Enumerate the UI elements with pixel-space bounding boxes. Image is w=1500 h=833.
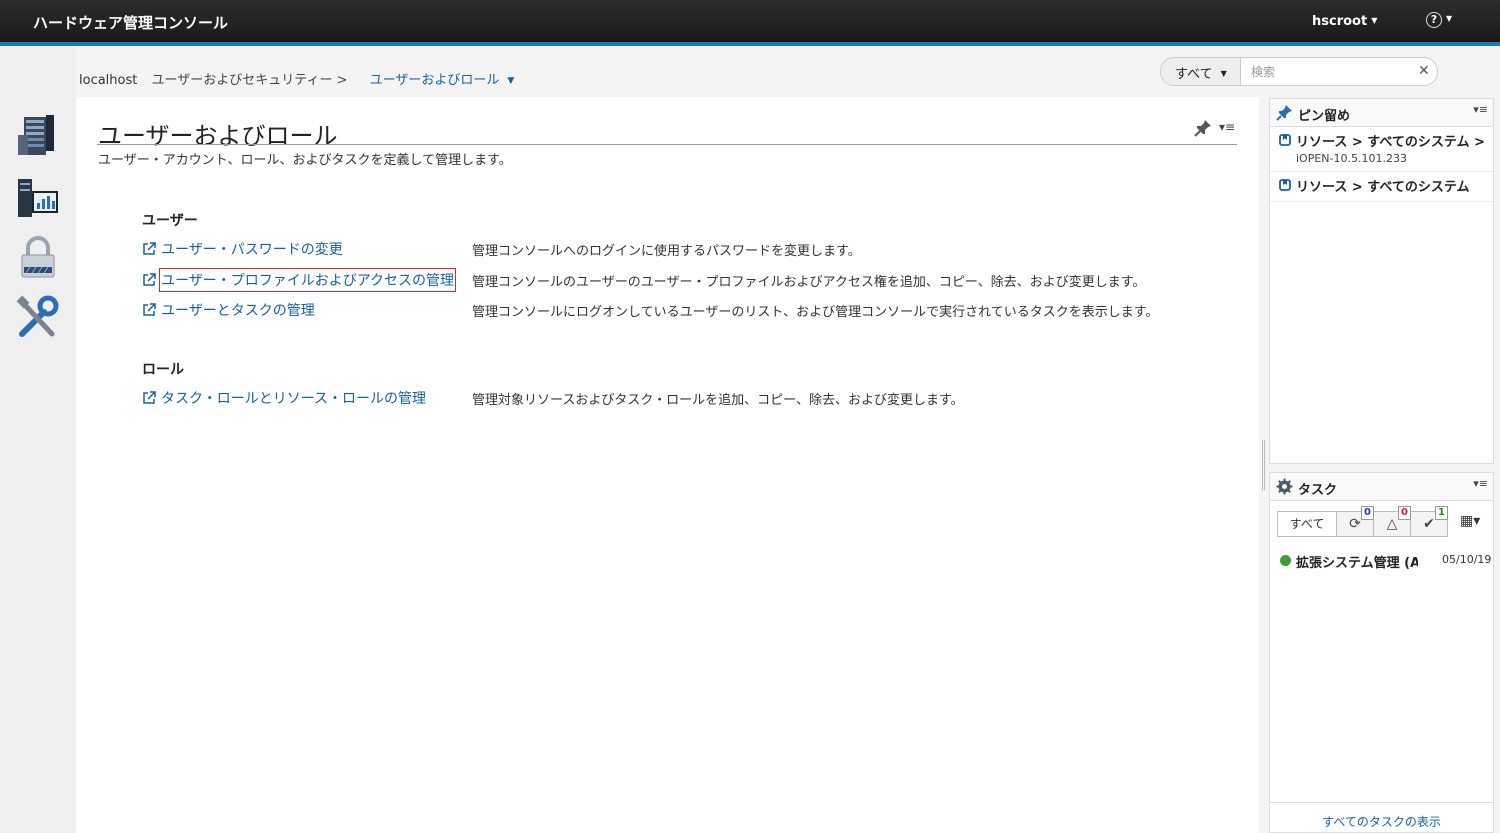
- done-count-badge: 1: [1435, 506, 1448, 520]
- success-status-icon: [1280, 555, 1291, 566]
- warning-count-badge: 0: [1398, 506, 1411, 520]
- manage-users-tasks-link[interactable]: ユーザーとタスクの管理: [161, 300, 315, 320]
- pin-icon: [1276, 105, 1292, 121]
- launch-icon: [143, 303, 156, 316]
- breadcrumb-host[interactable]: localhost: [79, 73, 137, 88]
- pinned-item[interactable]: リソース > すべてのシステム: [1270, 172, 1493, 202]
- chevron-down-icon[interactable]: ▼: [507, 76, 514, 86]
- running-count-badge: 0: [1361, 506, 1374, 520]
- chevron-down-icon: ▼: [1220, 69, 1227, 78]
- panel-menu-icon[interactable]: ▾≡: [1219, 120, 1235, 134]
- table-view-icon[interactable]: ▦▾: [1460, 513, 1480, 529]
- pinned-title: ピン留め: [1298, 109, 1351, 124]
- section-heading-users: ユーザー: [142, 213, 198, 229]
- panel-menu-icon[interactable]: ▾≡: [1473, 103, 1488, 116]
- panel-menu-icon[interactable]: ▾≡: [1473, 477, 1488, 490]
- chevron-down-icon: ▼: [1371, 16, 1378, 25]
- pinned-panel: ピン留め ▾≡ リソース > すべてのシステム > 8 iOPEN-10.5.1…: [1269, 98, 1494, 464]
- gear-icon: [1276, 478, 1293, 495]
- title-divider: [97, 144, 1237, 145]
- breadcrumb-current[interactable]: ユーザーおよびロール: [370, 73, 500, 88]
- padlock-icon[interactable]: [14, 233, 62, 281]
- chevron-down-icon: ▼: [1446, 14, 1453, 23]
- pinned-item-sub: iOPEN-10.5.101.233: [1296, 152, 1407, 165]
- manage-user-profiles-link[interactable]: ユーザー・プロファイルおよびアクセスの管理: [158, 268, 457, 292]
- link-description: 管理対象リソースおよびタスク・ロールを追加、コピー、除去、および変更します。: [472, 393, 964, 408]
- pinned-header: ピン留め ▾≡: [1270, 99, 1493, 127]
- filter-all-button[interactable]: すべて: [1277, 511, 1337, 537]
- launch-icon: [143, 242, 156, 255]
- link-description: 管理コンソールにログオンしているユーザーのリスト、および管理コンソールで実行され…: [472, 305, 1159, 320]
- filter-warning-button[interactable]: △ 0: [1374, 506, 1411, 537]
- main-panel: ユーザーおよびロール ▾≡ ユーザー・アカウント、ロール、およびタスクを定義して…: [76, 97, 1259, 833]
- filter-done-button[interactable]: ✔ 1: [1411, 506, 1448, 537]
- tasks-header: タスク ▾≡: [1270, 473, 1493, 501]
- left-nav: [0, 46, 76, 833]
- launch-icon: [143, 273, 156, 286]
- view-all-tasks-link[interactable]: すべてのタスクの表示: [1322, 815, 1441, 829]
- link-description: 管理コンソールのユーザーのユーザー・プロファイルおよびアクセス権を追加、コピー、…: [472, 275, 1146, 290]
- search-scope-label: すべて: [1175, 67, 1213, 82]
- search-box: すべて ▼ ✕: [1160, 57, 1438, 86]
- clear-icon[interactable]: ✕: [1418, 63, 1430, 79]
- tasks-toolbar: すべて ⟳ 0 △ 0 ✔ 1 ▦▾: [1270, 501, 1493, 546]
- change-password-link[interactable]: ユーザー・パスワードの変更: [161, 239, 343, 259]
- breadcrumb: localhost ユーザーおよびセキュリティー > ユーザーおよびロール ▼: [79, 69, 514, 88]
- pinned-item-label: リソース > すべてのシステム > 8: [1296, 135, 1488, 150]
- user-name: hscroot: [1312, 14, 1368, 29]
- tools-icon[interactable]: [14, 294, 62, 342]
- refresh-icon: ⟳: [1349, 516, 1361, 532]
- breadcrumb-parent[interactable]: ユーザーおよびセキュリティー >: [152, 73, 348, 88]
- checkmark-icon: ✔: [1423, 516, 1435, 532]
- search-scope-select[interactable]: すべて ▼: [1161, 58, 1241, 85]
- user-menu[interactable]: hscroot ▼: [1312, 14, 1377, 29]
- tasks-panel: タスク ▾≡ すべて ⟳ 0 △ 0 ✔ 1 ▦▾ 拡張システム管理 (A 05…: [1269, 472, 1494, 833]
- system-monitor-icon[interactable]: [14, 173, 62, 221]
- task-row[interactable]: 拡張システム管理 (A 05/10/19: [1270, 546, 1493, 576]
- help-menu[interactable]: ? ▼: [1426, 12, 1452, 28]
- server-rack-icon[interactable]: [14, 111, 62, 159]
- filter-running-button[interactable]: ⟳ 0: [1337, 506, 1374, 537]
- section-heading-roles: ロール: [142, 362, 184, 378]
- panel-splitter[interactable]: [1262, 440, 1265, 490]
- task-name: 拡張システム管理 (A: [1296, 556, 1418, 571]
- tasks-footer: すべてのタスクの表示: [1270, 802, 1493, 832]
- top-bar: ハードウェア管理コンソール hscroot ▼ ? ▼: [0, 0, 1500, 42]
- manage-roles-link[interactable]: タスク・ロールとリソース・ロールの管理: [161, 388, 426, 408]
- warning-icon: △: [1386, 516, 1398, 532]
- accent-line: [0, 42, 1500, 46]
- app-title: ハードウェア管理コンソール: [33, 14, 229, 32]
- launch-icon: [143, 391, 156, 404]
- task-date: 05/10/19: [1442, 553, 1492, 566]
- pinned-item-label: リソース > すべてのシステム: [1296, 180, 1470, 195]
- link-description: 管理コンソールへのログインに使用するパスワードを変更します。: [472, 244, 861, 259]
- pin-icon[interactable]: [1194, 119, 1212, 137]
- bookmark-icon: [1279, 179, 1291, 191]
- tasks-title: タスク: [1298, 483, 1338, 498]
- help-icon: ?: [1426, 12, 1442, 28]
- pinned-item[interactable]: リソース > すべてのシステム > 8 iOPEN-10.5.101.233: [1270, 127, 1493, 172]
- bookmark-icon: [1279, 134, 1291, 146]
- search-input[interactable]: [1243, 58, 1411, 85]
- page-description: ユーザー・アカウント、ロール、およびタスクを定義して管理します。: [98, 153, 512, 168]
- page-title: ユーザーおよびロール: [98, 122, 338, 150]
